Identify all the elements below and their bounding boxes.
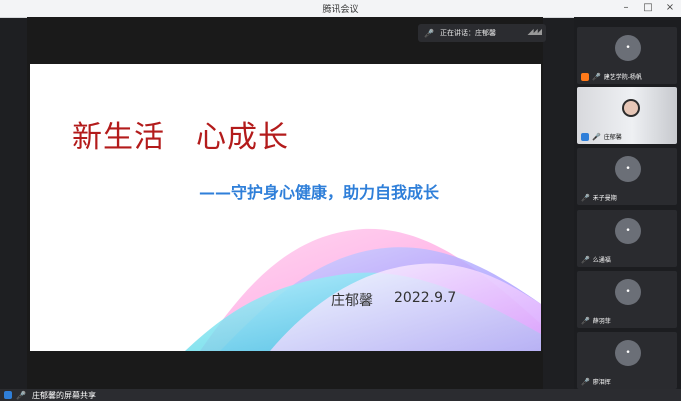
participant-name: 廖泪挥 bbox=[592, 379, 611, 386]
signal-icon: ◢◢◢ bbox=[527, 27, 543, 36]
participant-name-row: 🎤 么通福 bbox=[581, 255, 611, 265]
participant-name-row: 🎤 禾子曼期 bbox=[581, 193, 617, 203]
participant-tile[interactable]: • 🎤 建艺学院-杨帆 bbox=[577, 27, 677, 84]
mic-icon: 🎤 bbox=[581, 377, 590, 386]
mic-icon: 🎤 bbox=[424, 28, 434, 38]
user-icon bbox=[581, 132, 589, 141]
participant-name: 么通福 bbox=[592, 257, 611, 264]
slide-subtitle: ——守护身心健康，助力自我成长 bbox=[199, 183, 440, 202]
fan-graphic bbox=[185, 228, 541, 351]
mic-icon: 🎤 bbox=[592, 132, 601, 141]
window-title: 腾讯会议 bbox=[322, 5, 359, 15]
avatar: • bbox=[615, 279, 641, 305]
avatar: • bbox=[615, 156, 641, 182]
maximize-icon[interactable]: □ bbox=[643, 2, 653, 13]
participant-name: 庄郁馨 bbox=[603, 134, 622, 141]
minimize-icon[interactable]: – bbox=[621, 2, 631, 13]
speaker-label: 正在讲话：庄郁馨 bbox=[439, 29, 496, 37]
participant-name: 禾子曼期 bbox=[592, 195, 617, 202]
mic-icon: 🎤 bbox=[581, 193, 590, 202]
mic-icon: 🎤 bbox=[581, 316, 590, 325]
avatar: • bbox=[615, 35, 641, 61]
participant-name-row: 🎤 廖泪挥 bbox=[581, 377, 611, 387]
participant-name: 建艺学院-杨帆 bbox=[603, 74, 642, 81]
close-icon[interactable]: × bbox=[665, 2, 675, 13]
shared-slide: 新生活 心成长 ——守护身心健康，助力自我成长 庄郁馨 2022.9.7 bbox=[30, 64, 541, 351]
face bbox=[624, 101, 638, 115]
speaker-indicator: 🎤 正在讲话：庄郁馨 ◢◢◢ bbox=[418, 24, 546, 42]
window-controls: – □ × bbox=[621, 2, 675, 13]
slide-title: 新生活 心成长 bbox=[72, 120, 289, 155]
user-icon[interactable] bbox=[4, 390, 12, 399]
slide-author: 庄郁馨 bbox=[331, 293, 373, 309]
participant-name-row: 🎤 建艺学院-杨帆 bbox=[581, 72, 642, 81]
bottom-status-bar: 🎤 庄郁馨的屏幕共享 bbox=[0, 389, 681, 401]
window-titlebar: 腾讯会议 – □ × bbox=[0, 0, 681, 18]
host-icon bbox=[581, 72, 589, 81]
participant-name-row: 🎤 薛羽菲 bbox=[581, 316, 611, 326]
mic-icon: 🎤 bbox=[592, 72, 601, 81]
mic-icon[interactable]: 🎤 bbox=[16, 391, 26, 400]
participant-tile[interactable]: • 🎤 么通福 bbox=[577, 210, 677, 267]
slide-date: 2022.9.7 bbox=[394, 290, 457, 306]
mic-icon: 🎤 bbox=[581, 255, 590, 264]
participant-name-row: 🎤 庄郁馨 bbox=[581, 132, 622, 141]
participant-tile[interactable]: • 🎤 薛羽菲 bbox=[577, 271, 677, 328]
participant-name: 薛羽菲 bbox=[592, 318, 611, 325]
status-icons: 🎤 bbox=[4, 390, 26, 400]
participant-panel: • 🎤 建艺学院-杨帆 🎤 庄郁馨 • 🎤 禾子曼期 • 🎤 么通福 • 🎤 薛… bbox=[574, 17, 681, 401]
participant-tile[interactable]: • 🎤 廖泪挥 bbox=[577, 332, 677, 389]
screen-share-status: 庄郁馨的屏幕共享 bbox=[31, 390, 96, 400]
avatar: • bbox=[615, 340, 641, 366]
participant-tile[interactable]: • 🎤 禾子曼期 bbox=[577, 148, 677, 205]
participant-tile-video[interactable]: 🎤 庄郁馨 bbox=[577, 87, 677, 144]
avatar: • bbox=[615, 218, 641, 244]
